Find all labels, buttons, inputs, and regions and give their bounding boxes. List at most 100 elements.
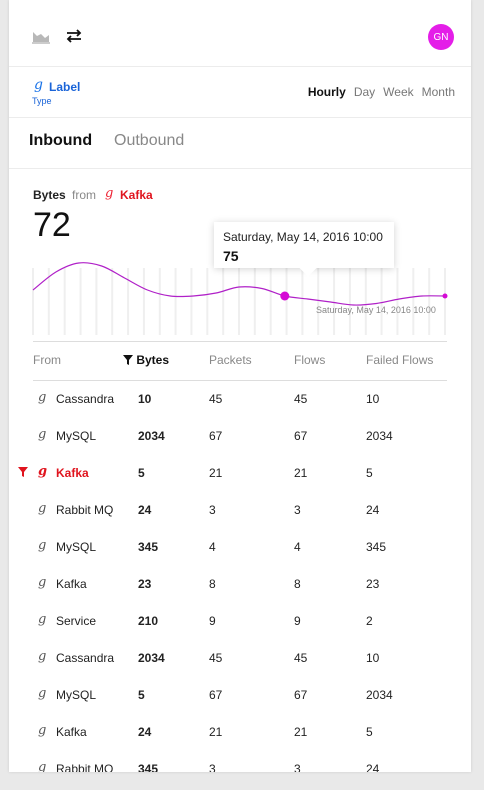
metric-title: Bytes — [33, 188, 66, 202]
cell-bytes: 24 — [138, 503, 152, 517]
cell-from: Kafka — [56, 725, 87, 739]
col-flows[interactable]: Flows — [294, 353, 325, 367]
table-row[interactable]: g Kafka 23 8 8 23 — [33, 566, 447, 603]
service-g-icon: g — [34, 77, 43, 93]
chart-tooltip: Saturday, May 14, 2016 10:00 75 — [214, 222, 394, 277]
cell-failed-flows: 345 — [366, 540, 387, 554]
col-bytes[interactable]: Bytes — [123, 353, 169, 367]
service-g-icon: g — [38, 390, 47, 405]
cell-flows: 21 — [294, 466, 308, 480]
cell-packets: 67 — [209, 429, 223, 443]
service-g-icon: g — [38, 501, 47, 516]
cell-flows: 45 — [294, 392, 308, 406]
source-name[interactable]: Kafka — [120, 188, 153, 202]
cell-bytes: 345 — [138, 762, 159, 772]
source-g-icon: g — [105, 186, 114, 201]
cell-flows: 3 — [294, 762, 301, 772]
cell-packets: 21 — [209, 725, 223, 739]
service-g-icon: g — [38, 723, 47, 738]
from-word: from — [72, 188, 96, 202]
cell-bytes: 10 — [138, 392, 152, 406]
type-caption: Type — [32, 96, 52, 106]
cell-flows: 67 — [294, 688, 308, 702]
cell-flows: 4 — [294, 540, 301, 554]
cell-flows: 3 — [294, 503, 301, 517]
tab-outbound[interactable]: Outbound — [114, 132, 184, 150]
cell-failed-flows: 2 — [366, 614, 373, 628]
cell-flows: 45 — [294, 651, 308, 665]
tab-week[interactable]: Week — [383, 85, 413, 99]
cell-bytes: 23 — [138, 577, 152, 591]
row-filter-icon[interactable] — [18, 467, 28, 477]
cell-packets: 3 — [209, 503, 216, 517]
table-row[interactable]: g Cassandra 10 45 45 10 — [33, 381, 447, 418]
cell-failed-flows: 5 — [366, 725, 373, 739]
service-g-icon: g — [38, 575, 47, 590]
cell-packets: 45 — [209, 651, 223, 665]
cell-bytes: 5 — [138, 466, 145, 480]
cell-from: Kafka — [56, 466, 89, 480]
col-failed-flows[interactable]: Failed Flows — [366, 353, 433, 367]
filter-icon — [123, 355, 133, 365]
time-range-tabs: Hourly Day Week Month — [308, 85, 455, 99]
service-g-icon: g — [38, 760, 47, 772]
tab-hourly[interactable]: Hourly — [308, 85, 346, 99]
cell-packets: 9 — [209, 614, 216, 628]
table-row[interactable]: g Cassandra 2034 45 45 10 — [33, 640, 447, 677]
avatar[interactable]: GN — [428, 24, 454, 50]
tooltip-value: 75 — [223, 248, 239, 264]
tab-month[interactable]: Month — [422, 85, 455, 99]
col-packets[interactable]: Packets — [209, 353, 252, 367]
cell-from: Service — [56, 614, 97, 628]
cell-failed-flows: 23 — [366, 577, 380, 591]
cell-packets: 67 — [209, 688, 223, 702]
cell-packets: 8 — [209, 577, 216, 591]
service-g-icon: g — [38, 649, 47, 664]
cell-flows: 67 — [294, 429, 308, 443]
tab-inbound[interactable]: Inbound — [29, 132, 92, 150]
end-point[interactable] — [442, 293, 448, 299]
tooltip-date: Saturday, May 14, 2016 10:00 — [223, 230, 383, 244]
cell-bytes: 5 — [138, 688, 145, 702]
cell-packets: 21 — [209, 466, 223, 480]
table-row[interactable]: g Rabbit MQ 24 3 3 24 — [33, 492, 447, 529]
cell-flows: 9 — [294, 614, 301, 628]
cell-failed-flows: 10 — [366, 392, 380, 406]
table-row[interactable]: g MySQL 345 4 4 345 — [33, 529, 447, 566]
swap-arrows-icon[interactable] — [64, 26, 86, 48]
cell-failed-flows: 2034 — [366, 429, 393, 443]
cell-from: MySQL — [56, 688, 97, 702]
cell-failed-flows: 5 — [366, 466, 373, 480]
table-row[interactable]: g Kafka 24 21 21 5 — [33, 714, 447, 751]
area-chart-icon[interactable] — [31, 26, 53, 48]
cell-flows: 8 — [294, 577, 301, 591]
service-g-icon: g — [38, 538, 47, 553]
cell-from: Rabbit MQ — [56, 503, 114, 517]
cell-packets: 4 — [209, 540, 216, 554]
table-row[interactable]: g MySQL 5 67 67 2034 — [33, 677, 447, 714]
cell-from: Rabbit MQ — [56, 762, 114, 772]
service-g-icon: g — [38, 686, 47, 701]
table-row[interactable]: g Kafka 5 21 21 5 — [18, 455, 447, 492]
cell-from: Cassandra — [56, 392, 115, 406]
cell-bytes: 345 — [138, 540, 159, 554]
cell-bytes: 210 — [138, 614, 159, 628]
table-row[interactable]: g Service 210 9 9 2 — [33, 603, 447, 640]
table-row[interactable]: g Rabbit MQ 345 3 3 24 — [33, 751, 447, 772]
cell-packets: 45 — [209, 392, 223, 406]
table-row[interactable]: g MySQL 2034 67 67 2034 — [33, 418, 447, 455]
service-g-icon: g — [38, 612, 47, 627]
col-from[interactable]: From — [33, 353, 61, 367]
highlight-point[interactable] — [280, 291, 290, 301]
tab-day[interactable]: Day — [354, 85, 375, 99]
cell-failed-flows: 10 — [366, 651, 380, 665]
label-row: g Label Type Hourly Day Week Month — [9, 67, 471, 118]
cell-failed-flows: 24 — [366, 762, 380, 772]
cell-from: MySQL — [56, 429, 97, 443]
cell-from: Cassandra — [56, 651, 115, 665]
label-link[interactable]: Label — [49, 80, 80, 94]
col-bytes-label: Bytes — [136, 353, 170, 367]
chart-x-label: Saturday, May 14, 2016 10:00 — [316, 305, 436, 315]
cell-bytes: 2034 — [138, 429, 165, 443]
main-panel: GN g Label Type Hourly Day Week Month In… — [9, 0, 471, 772]
